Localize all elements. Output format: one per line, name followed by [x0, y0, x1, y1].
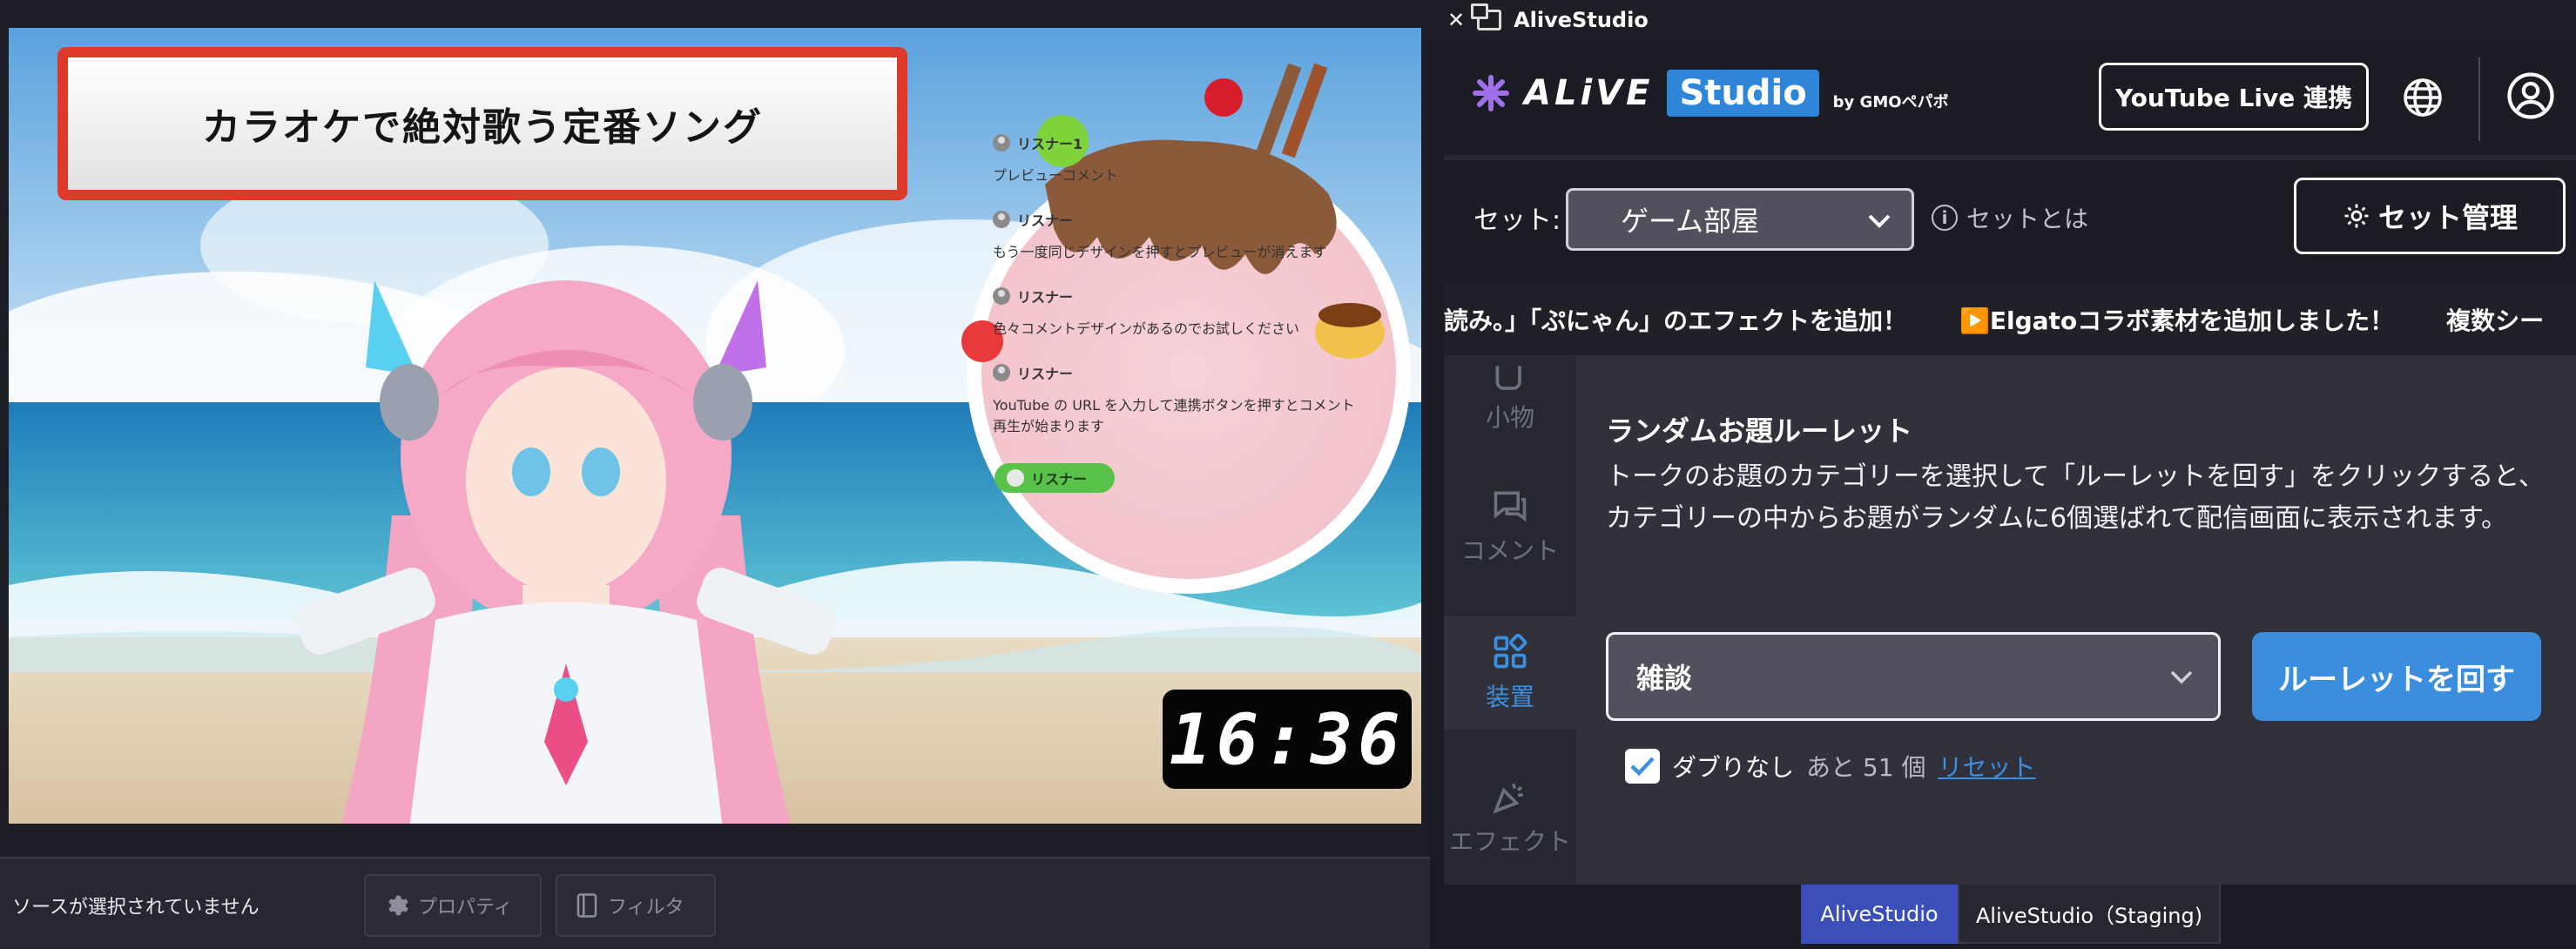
listener-pill-label: リスナー	[1031, 471, 1088, 488]
logo-by-text: by GMOペパボ	[1832, 93, 1949, 111]
comment-item: リスナー1 プレビューコメント	[993, 132, 1359, 186]
roulette-title: ランダムお題ルーレット	[1606, 414, 1913, 448]
alivestudio-logo: ALiVE Studio by GMOペパボ	[1472, 70, 1949, 117]
filter-icon	[577, 893, 597, 918]
comment-text: もう一度同じデザインを押すとプレビューが消えます	[993, 244, 1327, 260]
close-icon[interactable]: ✕	[1447, 8, 1465, 32]
header-divider	[2478, 57, 2480, 141]
sidebar-item-effects[interactable]: エフェクト	[1444, 761, 1576, 874]
category-select[interactable]: 雑談	[1606, 632, 2221, 721]
chevron-down-icon	[1868, 214, 1891, 228]
user-avatar-icon	[993, 364, 1010, 381]
chevron-down-icon	[2170, 670, 2193, 684]
user-avatar-icon	[993, 134, 1010, 151]
digital-clock: 16:36	[1163, 690, 1412, 789]
comment-item: リスナー YouTube の URL を入力して連携ボタンを押すとコメント再生が…	[993, 362, 1359, 437]
avatar-character	[296, 280, 836, 824]
sidebar-item-label: コメント	[1460, 536, 1559, 565]
set-manage-button[interactable]: セット管理	[2294, 178, 2566, 254]
comment-text: プレビューコメント	[993, 167, 1119, 184]
user-avatar-icon	[993, 211, 1010, 228]
comment-user: リスナー	[1017, 366, 1074, 382]
user-avatar-icon	[993, 287, 1010, 305]
float-window-icon[interactable]	[1471, 3, 1502, 30]
topic-title-banner: カラオケで絶対歌う定番ソング	[57, 47, 907, 200]
set-label: セット:	[1473, 205, 1561, 236]
info-icon: i	[1932, 205, 1958, 231]
app-header: ALiVE Studio by GMOペパボ YouTube Live 連携	[1444, 40, 2576, 155]
preview-area: カラオケで絶対歌う定番ソング リスナー1 プレビューコメント リスナー もう一度…	[0, 0, 1430, 857]
set-help-label: セットとは	[1966, 205, 2089, 233]
sidebar-item-devices[interactable]: 装置	[1444, 616, 1576, 730]
ticker-item: ▶️Elgatoコラボ素材を追加しました！	[1959, 306, 2395, 335]
sidebar-item-label: エフェクト	[1448, 827, 1571, 856]
widgets-icon	[1494, 633, 1527, 669]
roulette-description: トークのお題のカテゴリーを選択して「ルーレットを回す」をクリックすると、カテゴリ…	[1606, 461, 2545, 534]
sidebar-item-comment[interactable]: コメント	[1444, 470, 1576, 583]
dock-titlebar: ✕ AliveStudio	[1430, 0, 2576, 40]
set-manage-label: セット管理	[2377, 201, 2518, 234]
comment-text: 色々コメントデザインがあるのでお試しください	[993, 320, 1300, 337]
comment-user: リスナー	[1017, 289, 1074, 306]
obs-source-toolbar: ソースが選択されていません プロパティ フィルタ	[0, 857, 1430, 949]
comment-user: リスナー1	[1017, 136, 1083, 152]
dock-content: ALiVE Studio by GMOペパボ YouTube Live 連携 セ…	[1444, 40, 2576, 885]
tab-alivestudio-staging[interactable]: AliveStudio（Staging)	[1958, 885, 2221, 944]
spin-roulette-button[interactable]: ルーレットを回す	[2252, 632, 2541, 721]
logo-mark-icon	[1473, 75, 1509, 111]
gear-icon	[388, 895, 408, 916]
ticker-item: 複数シー	[2446, 306, 2545, 335]
stream-preview[interactable]: カラオケで絶対歌う定番ソング リスナー1 プレビューコメント リスナー もう一度…	[9, 28, 1421, 824]
user-avatar-icon	[1007, 469, 1024, 487]
set-select-value: ゲーム部屋	[1621, 205, 1760, 238]
ticker-item: 読み。」「ぷにゃん」のエフェクトを追加！	[1444, 306, 1908, 335]
sidebar-item-label: 装置	[1485, 683, 1534, 711]
comment-item: リスナー 色々コメントデザインがあるのでお試しください	[993, 286, 1359, 340]
comment-user: リスナー	[1017, 212, 1074, 229]
topic-title-text: カラオケで絶対歌う定番ソング	[202, 105, 763, 150]
properties-button[interactable]: プロパティ	[364, 874, 542, 937]
sidebar-item-props[interactable]: 小物	[1444, 348, 1576, 444]
obs-window: カラオケで絶対歌う定番ソング リスナー1 プレビューコメント リスナー もう一度…	[0, 0, 1430, 949]
youtube-live-connect-button[interactable]: YouTube Live 連携	[2099, 63, 2369, 131]
user-account-icon[interactable]	[2506, 71, 2555, 120]
cup-icon	[1495, 366, 1521, 390]
no-source-label: ソースが選択されていません	[12, 897, 260, 919]
reset-link[interactable]: リセット	[1938, 749, 2035, 784]
no-duplicate-label: ダブりなし	[1672, 753, 1795, 782]
comment-icon	[1494, 491, 1527, 522]
globe-icon[interactable]	[2402, 77, 2444, 118]
screen: カラオケで絶対歌う定番ソング リスナー1 プレビューコメント リスナー もう一度…	[0, 0, 2576, 949]
roulette-panel: ランダムお題ルーレット トークのお題のカテゴリーを選択して「ルーレットを回す」を…	[1576, 355, 2576, 885]
comment-preview-list: リスナー1 プレビューコメント リスナー もう一度同じデザインを押すとプレビュー…	[993, 132, 1359, 460]
category-sidebar: 小物 コメント 装置 エフェクト	[1444, 355, 1576, 885]
remaining-count: あと 51 個	[1806, 753, 1926, 782]
alivestudio-dock: ✕ AliveStudio ALiVE Studio by GMOペパボ You…	[1430, 0, 2576, 949]
dock-tab-bar: AliveStudio AliveStudio（Staging)	[1430, 885, 2576, 949]
properties-label: プロパティ	[418, 897, 513, 919]
dock-title: AliveStudio	[1514, 8, 1649, 32]
party-popper-icon	[1493, 783, 1523, 814]
checkmark-icon	[1630, 757, 1655, 777]
listener-pill: リスナー	[995, 463, 1115, 493]
no-duplicate-checkbox[interactable]	[1625, 749, 1660, 784]
set-selector-bar: セット: ゲーム部屋 i セットとは セット管理	[1444, 155, 2576, 284]
comment-text: YouTube の URL を入力して連携ボタンを押すとコメント再生が始まります	[993, 397, 1355, 434]
set-select[interactable]: ゲーム部屋	[1566, 188, 1914, 251]
no-duplicate-row: ダブりなし あと 51 個 リセット	[1625, 749, 2035, 784]
gear-icon	[2344, 204, 2369, 228]
comment-item: リスナー もう一度同じデザインを押すとプレビューが消えます	[993, 209, 1359, 263]
set-help-link[interactable]: i セットとは	[1932, 200, 2088, 235]
news-ticker[interactable]: 読み。」「ぷにゃん」のエフェクトを追加！ ▶️Elgatoコラボ素材を追加しまし…	[1444, 284, 2576, 355]
sidebar-item-label: 小物	[1485, 403, 1534, 432]
logo-alive-text: ALiVE	[1524, 73, 1654, 113]
category-select-value: 雑談	[1636, 662, 1693, 695]
clock-time: 16:36	[1169, 698, 1406, 780]
filter-button[interactable]: フィルタ	[556, 874, 716, 937]
filter-label: フィルタ	[608, 897, 684, 919]
tab-alivestudio[interactable]: AliveStudio	[1801, 885, 1958, 944]
logo-studio-text: Studio	[1667, 70, 1819, 117]
